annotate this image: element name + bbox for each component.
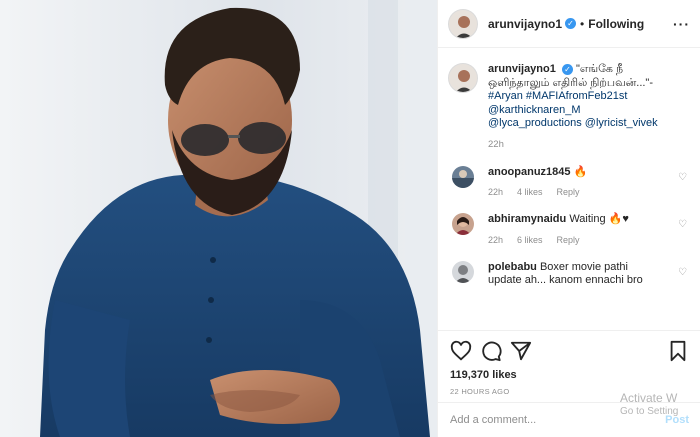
- comment-icon[interactable]: [480, 340, 502, 362]
- avatar[interactable]: [452, 213, 474, 235]
- comment-time: 22h: [488, 234, 504, 245]
- caption-time: 22h: [488, 138, 504, 150]
- likes-count[interactable]: 119,370 likes: [450, 369, 689, 381]
- caption: arunvijayno1 ✓ "எங்கே நீ ஒளிந்தாலும் எதி…: [448, 63, 691, 131]
- comment-likes[interactable]: 4 likes: [517, 187, 543, 197]
- username-link[interactable]: arunvijayno1: [488, 17, 562, 31]
- verified-badge-icon: ✓: [565, 18, 577, 29]
- avatar[interactable]: [452, 165, 474, 188]
- mention-link[interactable]: @lyca_productions: [488, 117, 582, 129]
- comment-text: abhiramynaidu Waiting 🔥♥: [488, 213, 660, 227]
- comment-item: abhiramynaidu Waiting 🔥♥ 22h 6 likes Rep…: [448, 213, 691, 245]
- mention-link[interactable]: @lyricist_vivek: [585, 117, 658, 129]
- post-actions: 119,370 likes 22 HOURS AGO: [438, 330, 700, 396]
- post-photo[interactable]: [0, 0, 437, 437]
- comment-username[interactable]: polebabu: [488, 261, 537, 273]
- mention-link[interactable]: @karthicknaren_M: [488, 104, 580, 116]
- avatar[interactable]: [448, 8, 478, 39]
- like-comment-heart-icon[interactable]: ♡: [678, 219, 687, 230]
- post-header: arunvijayno1 ✓ • Following ···: [438, 0, 700, 48]
- comment-body: Waiting 🔥♥: [569, 213, 629, 225]
- comment-item: anoopanuz1845 🔥 22h 4 likes Reply ♡: [448, 165, 691, 197]
- avatar[interactable]: [448, 63, 478, 93]
- comment-text: anoopanuz1845 🔥: [488, 166, 660, 180]
- avatar[interactable]: [452, 260, 474, 283]
- comment-text: polebabu Boxer movie pathi update ah... …: [488, 261, 660, 288]
- comment-meta: 22h 6 likes Reply: [488, 235, 660, 245]
- hashtag-link[interactable]: #Aryan: [488, 90, 523, 102]
- post-side-panel: arunvijayno1 ✓ • Following ··· arunvijay…: [437, 0, 700, 437]
- comment-likes[interactable]: 6 likes: [517, 235, 543, 245]
- heart-icon[interactable]: [450, 340, 472, 362]
- comment-input[interactable]: [450, 414, 620, 426]
- caption-text: arunvijayno1 ✓ "எங்கே நீ ஒளிந்தாலும் எதி…: [488, 63, 666, 131]
- comment-username[interactable]: abhiramynaidu: [488, 213, 566, 225]
- add-comment-bar: Post: [438, 402, 700, 437]
- verified-badge-icon: ✓: [561, 64, 573, 75]
- share-icon[interactable]: [510, 340, 532, 362]
- reply-button[interactable]: Reply: [557, 235, 580, 245]
- comment-item: polebabu Boxer movie pathi update ah... …: [448, 260, 691, 288]
- comment-username[interactable]: anoopanuz1845: [488, 166, 571, 178]
- comment-body: 🔥: [573, 165, 588, 178]
- post-comment-button[interactable]: Post: [665, 414, 689, 426]
- hashtag-link[interactable]: #MAFIAfromFeb21st: [526, 90, 627, 102]
- like-comment-heart-icon[interactable]: ♡: [678, 172, 687, 183]
- bookmark-icon[interactable]: [667, 340, 689, 362]
- like-comment-heart-icon[interactable]: ♡: [678, 267, 687, 278]
- post-time-ago[interactable]: 22 HOURS AGO: [450, 387, 689, 396]
- reply-button[interactable]: Reply: [557, 187, 580, 197]
- action-icons: [450, 339, 689, 363]
- comment-time: 22h: [488, 187, 504, 197]
- separator-dot: •: [580, 16, 585, 31]
- comments-list[interactable]: arunvijayno1 ✓ "எங்கே நீ ஒளிந்தாலும் எதி…: [438, 49, 700, 330]
- following-button[interactable]: Following: [588, 17, 644, 31]
- comment-meta: 22h 4 likes Reply: [488, 187, 660, 197]
- caption-username[interactable]: arunvijayno1: [488, 63, 556, 75]
- ellipsis-icon[interactable]: ···: [673, 16, 690, 32]
